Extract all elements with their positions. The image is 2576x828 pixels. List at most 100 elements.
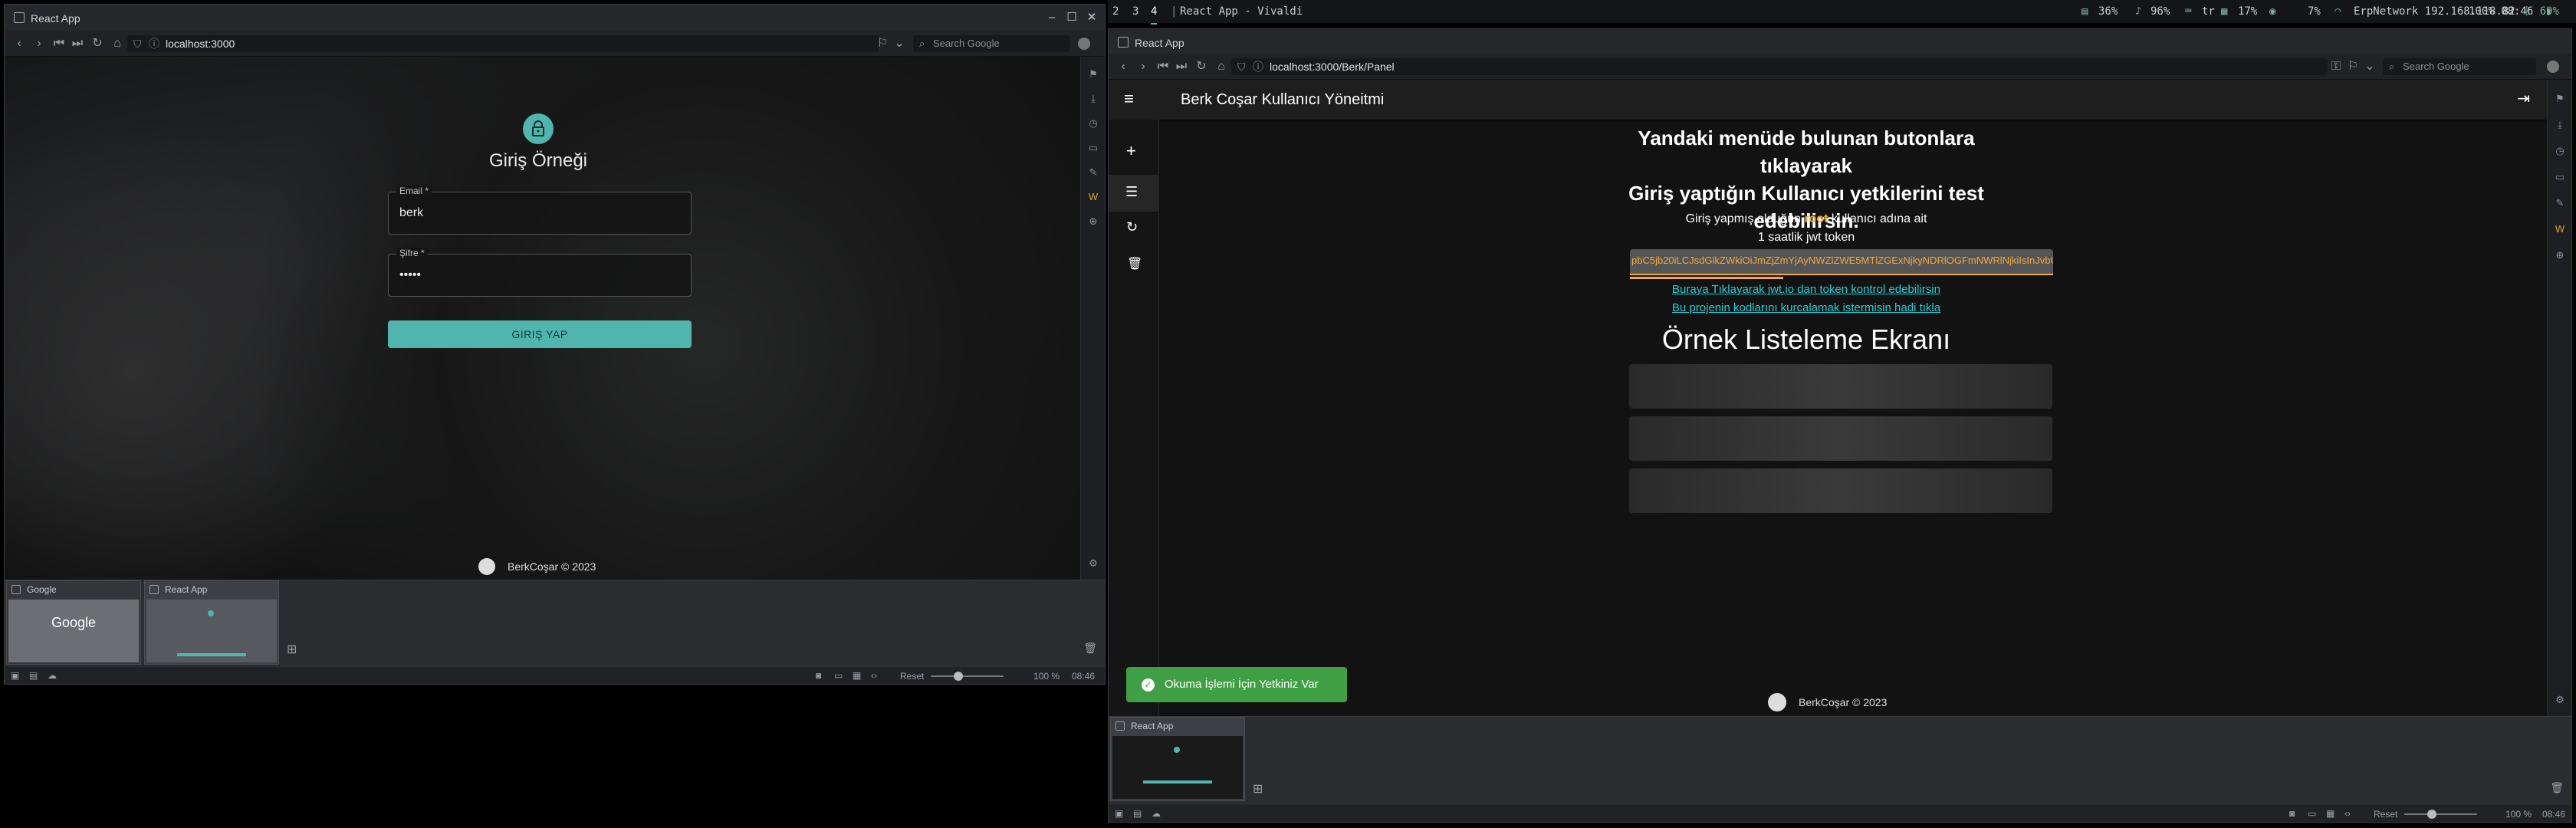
search-field[interactable]: ⌕ Search Google [2383, 58, 2536, 75]
search-field[interactable]: ⌕ Search Google [913, 35, 1070, 52]
info-user: root [1804, 212, 1829, 225]
tile-icon[interactable]: ▭ [834, 670, 843, 681]
tab-preview: Google [8, 600, 139, 662]
back-icon[interactable]: ‹ [1115, 59, 1132, 74]
zoom-slider[interactable] [2404, 810, 2477, 819]
web-panel-icon[interactable]: W [1086, 190, 1100, 204]
camera-icon[interactable]: ◙ [2289, 808, 2295, 819]
list-item-placeholder [1629, 468, 2052, 513]
maximize-button[interactable]: ☐ [1063, 9, 1080, 26]
shield-icon: ⛉ [133, 38, 142, 50]
close-button[interactable]: ✕ [1083, 9, 1100, 26]
delete-icon[interactable]: 🗑 [1127, 256, 1142, 271]
forward-icon[interactable]: › [31, 36, 48, 51]
workspace-4[interactable]: 4 [1151, 0, 1158, 25]
new-tab-icon[interactable]: ⊞ [287, 642, 297, 657]
logout-icon[interactable]: ⇥ [2517, 89, 2530, 108]
login-title: Giriş Örneği [488, 150, 588, 171]
profile-icon[interactable] [2547, 61, 2559, 73]
reading-list-icon[interactable]: ▭ [1086, 141, 1100, 155]
rewind-icon[interactable]: ⏮ [1155, 59, 1171, 74]
url-field[interactable]: ⛉ ⓘ localhost:3000 [127, 35, 879, 52]
zoom-reset[interactable]: Reset [900, 671, 924, 682]
chevron-down-icon[interactable]: ⌄ [891, 36, 908, 51]
cloud-icon[interactable]: ☁ [48, 670, 57, 681]
workspace-2[interactable]: 2 [1112, 0, 1119, 23]
notes-icon[interactable]: ✎ [1086, 166, 1100, 179]
key-icon[interactable]: ⚿ [2328, 59, 2344, 74]
reload-icon[interactable]: ↻ [89, 36, 106, 51]
footer-text: BerkCoşar © 2023 [508, 560, 596, 573]
email-label: Email * [396, 186, 432, 196]
lock-icon [532, 120, 544, 136]
settings-icon[interactable]: ⚙ [1086, 557, 1100, 570]
tab-react-app[interactable]: React App [1110, 717, 1245, 801]
history-icon[interactable]: ◷ [2553, 144, 2567, 158]
workspace-3[interactable]: 3 [1132, 0, 1138, 23]
source-link[interactable]: Bu projenin kodlarını kurcalamak istermi… [1592, 299, 2021, 317]
url-text: localhost:3000/Berk/Panel [1270, 61, 1395, 73]
history-icon[interactable]: ◷ [1086, 117, 1100, 130]
reading-list-icon[interactable]: ▭ [2553, 170, 2567, 184]
web-panel-icon[interactable]: W [2553, 222, 2567, 236]
new-tab-icon[interactable]: ⊞ [1253, 781, 1263, 797]
forward-icon[interactable]: › [1135, 59, 1152, 74]
home-icon[interactable]: ⌂ [109, 36, 126, 51]
bookmarks-icon[interactable]: ⚑ [2553, 92, 2567, 106]
bookmark-icon[interactable]: ⚐ [874, 36, 891, 51]
login-button[interactable]: GIRIŞ YAP [388, 320, 692, 348]
trash-icon[interactable]: 🗑 [2550, 781, 2564, 794]
password-field[interactable]: Şifre * ••••• [388, 248, 692, 297]
back-icon[interactable]: ‹ [11, 36, 28, 51]
toast-success: ✓ Okuma İşlemi İçin Yetkiniz Var [1126, 667, 1347, 702]
email-field[interactable]: Email * berk [388, 186, 692, 235]
disk-icon: ▤ [2082, 5, 2088, 18]
add-panel-icon[interactable]: ⊕ [1086, 215, 1100, 228]
tab-react-app[interactable]: React App [144, 580, 279, 665]
home-icon[interactable]: ⌂ [1213, 59, 1230, 74]
tab-label: React App [1131, 721, 1174, 731]
rewind-icon[interactable]: ⏮ [51, 36, 67, 51]
add-panel-icon[interactable]: ⊕ [2553, 248, 2567, 262]
url-field[interactable]: ⛉ ⓘ localhost:3000/Berk/Panel [1231, 58, 2328, 75]
bookmarks-icon[interactable]: ⚑ [1086, 67, 1100, 81]
tile-icon[interactable]: ▭ [2308, 808, 2316, 819]
fast-forward-icon[interactable]: ⏭ [69, 36, 86, 51]
token-field[interactable]: pbC5jb20iLCJsdGlkZWkiOiJmZjZmYjAyNWZlZWE… [1630, 249, 2053, 275]
menu-icon[interactable]: ≡ [1124, 89, 1134, 109]
tab-tiling-icon[interactable]: ▤ [29, 670, 38, 681]
notes-icon[interactable]: ✎ [2553, 196, 2567, 210]
camera-icon[interactable]: ◙ [816, 670, 821, 681]
cloud-icon[interactable]: ☁ [1152, 808, 1161, 819]
add-icon[interactable]: + [1126, 141, 1136, 161]
status-clock: 08:46 [2542, 809, 2566, 820]
fast-forward-icon[interactable]: ⏭ [1173, 59, 1190, 74]
zoom-reset[interactable]: Reset [2374, 809, 2397, 820]
keyboard-icon: ⌨ [2185, 5, 2192, 18]
tab-tiling-icon[interactable]: ▤ [1133, 808, 1142, 819]
bookmark-icon[interactable]: ⚐ [2344, 59, 2361, 74]
image-icon[interactable]: ▦ [853, 670, 861, 681]
reload-icon[interactable]: ↻ [1193, 59, 1210, 74]
check-icon: ✓ [1142, 678, 1155, 692]
keyboard-layout: tr [2202, 5, 2215, 18]
app-bar-title: Berk Coşar Kullanıcı Yöneitmi [1181, 91, 1385, 108]
tab-google[interactable]: Google Google [6, 580, 141, 665]
settings-icon[interactable]: ⚙ [2553, 693, 2567, 707]
zoom-slider[interactable] [931, 672, 1004, 681]
list-icon[interactable]: ☰ [1125, 184, 1138, 200]
panel-toggle-icon[interactable]: ▣ [11, 670, 19, 681]
panel-toggle-icon[interactable]: ▣ [1115, 808, 1123, 819]
trash-icon[interactable]: 🗑 [1083, 642, 1097, 655]
downloads-icon[interactable]: ⤓ [2553, 118, 2567, 132]
downloads-icon[interactable]: ⤓ [1086, 92, 1100, 106]
chevron-down-icon[interactable]: ⌄ [2361, 59, 2378, 74]
jwt-link[interactable]: Buraya Tıklayarak jwt.io dan token kontr… [1592, 281, 2021, 299]
code-icon[interactable]: ‹› [871, 670, 877, 681]
profile-icon[interactable] [1078, 38, 1090, 50]
refresh-icon[interactable]: ↻ [1126, 219, 1138, 235]
tab-label: React App [165, 584, 208, 595]
minimize-button[interactable]: – [1043, 9, 1060, 26]
code-icon[interactable]: ‹› [2344, 808, 2351, 819]
image-icon[interactable]: ▦ [2326, 808, 2334, 819]
